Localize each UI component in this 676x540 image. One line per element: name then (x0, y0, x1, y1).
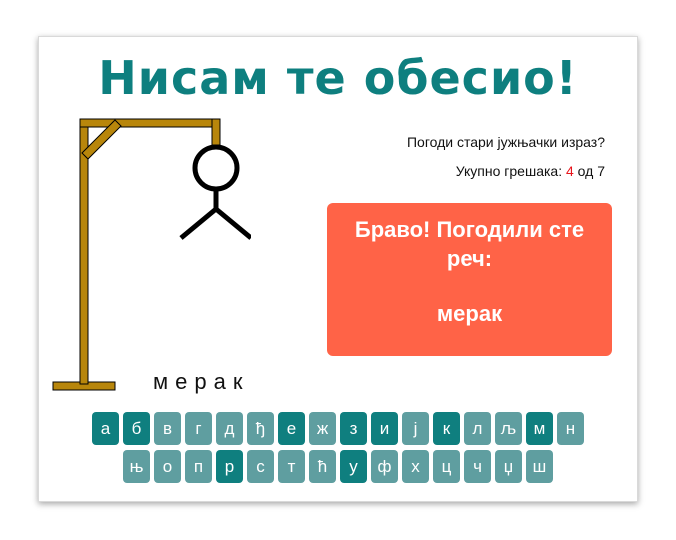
letter-key[interactable]: т (278, 450, 305, 483)
letter-key[interactable]: љ (495, 412, 522, 445)
letter-key[interactable]: ш (526, 450, 553, 483)
letter-key[interactable]: ч (464, 450, 491, 483)
mistake-total: од 7 (573, 163, 605, 179)
letter-key[interactable]: а (92, 412, 119, 445)
letter-key[interactable]: к (433, 412, 460, 445)
game-title: Нисам те обесио! (98, 51, 578, 105)
letter-key[interactable]: б (123, 412, 150, 445)
keyboard-row: њопрстћуфхцчџш (39, 450, 637, 483)
letter-key[interactable]: м (526, 412, 553, 445)
letter-key[interactable]: и (371, 412, 398, 445)
solved-word: мерак (436, 301, 503, 326)
hangman-drawing (52, 118, 251, 391)
letter-key[interactable]: с (247, 450, 274, 483)
gallows-rope (211, 118, 221, 146)
keyboard-row: абвгдђежзијклљмн (39, 412, 637, 445)
letter-key[interactable]: о (154, 450, 181, 483)
letter-key[interactable]: х (402, 450, 429, 483)
win-message: Браво! Погодили сте реч: (354, 217, 585, 271)
letter-key[interactable]: ф (371, 450, 398, 483)
letter-key[interactable]: ж (309, 412, 336, 445)
mistake-counter: Укупно грешака: 4 од 7 (456, 163, 605, 179)
letter-key[interactable]: ћ (309, 450, 336, 483)
mistake-label: Укупно грешака: (455, 163, 566, 179)
letter-keyboard: абвгдђежзијклљмн њопрстћуфхцчџш (39, 412, 637, 488)
hint-text: Погоди стари јужњачки израз? (406, 134, 605, 150)
letter-key[interactable]: ђ (247, 412, 274, 445)
letter-key[interactable]: н (557, 412, 584, 445)
mistake-count: 4 (565, 163, 574, 179)
letter-key[interactable]: ј (402, 412, 429, 445)
hangman-head (192, 144, 240, 192)
letter-key[interactable]: п (185, 450, 212, 483)
letter-key[interactable]: џ (495, 450, 522, 483)
letter-key[interactable]: з (340, 412, 367, 445)
hangman-left-arm (179, 207, 218, 240)
letter-key[interactable]: д (216, 412, 243, 445)
letter-key[interactable]: г (185, 412, 212, 445)
letter-key[interactable]: р (216, 450, 243, 483)
win-message-box: Браво! Погодили сте реч: мерак (327, 203, 612, 356)
letter-key[interactable]: в (154, 412, 181, 445)
gallows-beam (79, 118, 221, 128)
game-card: Нисам те обесио! Погоди стари јужњачки и… (38, 36, 638, 502)
letter-key[interactable]: л (464, 412, 491, 445)
hangman-right-arm (214, 207, 251, 240)
guessed-word-display: мерак (153, 369, 250, 394)
letter-key[interactable]: ц (433, 450, 460, 483)
gallows-post (79, 118, 89, 385)
letter-key[interactable]: у (340, 450, 367, 483)
letter-key[interactable]: њ (123, 450, 150, 483)
letter-key[interactable]: е (278, 412, 305, 445)
